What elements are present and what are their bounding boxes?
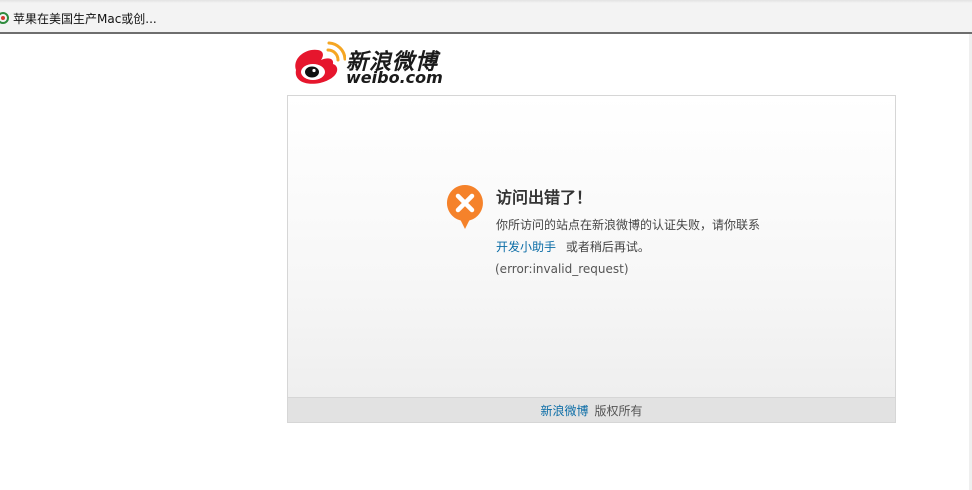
bookmark-label: 苹果在美国生产Mac或创... [13,11,157,26]
developer-helper-link[interactable]: 开发小助手 [496,240,556,254]
error-close-icon [446,184,484,230]
footer-weibo-link[interactable]: 新浪微博 [540,402,588,419]
bookmark-item[interactable]: 苹果在美国生产Mac或创... [0,9,157,27]
error-panel: 访问出错了！ 你所访问的站点在新浪微博的认证失败，请你联系 开发小助手 或者稍后… [287,95,896,423]
bookmark-favicon-icon [0,12,9,24]
error-message-contact: 开发小助手 或者稍后再试。 [496,238,650,255]
weibo-logo[interactable]: 新浪微博 weibo.com [288,40,448,88]
error-title: 访问出错了！ [496,188,593,207]
logo-text-en: weibo.com [346,68,443,87]
page-content: 新浪微博 weibo.com 访问出错了！ 你所访问的站点在新浪微博的认证失败，… [0,34,972,490]
browser-bookmarks-bar: 苹果在美国生产Mac或创... [0,0,972,34]
error-message: 你所访问的站点在新浪微博的认证失败，请你联系 [496,218,761,232]
panel-footer: 新浪微博 版权所有 [288,397,895,422]
footer-rights: 版权所有 [594,403,643,418]
error-code: (error:invalid_request) [495,262,629,276]
error-message-suffix: 或者稍后再试。 [565,240,650,254]
weibo-eye-logo-icon [295,41,346,84]
tab-strip-edge [0,0,972,3]
